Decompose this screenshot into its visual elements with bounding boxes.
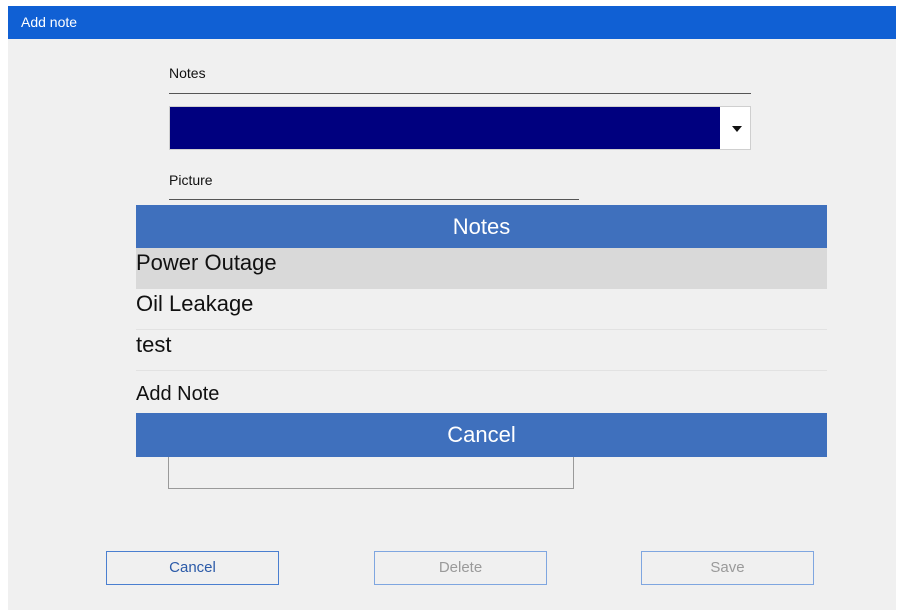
save-button[interactable]: Save xyxy=(641,551,814,585)
notes-label: Notes xyxy=(169,65,206,81)
list-item-test[interactable]: test xyxy=(136,330,827,371)
window-title: Add note xyxy=(8,6,896,39)
notes-label-underline xyxy=(169,93,751,94)
notes-dropdown-popup: Notes Power Outage Oil Leakage test Add … xyxy=(136,205,827,457)
popup-header: Notes xyxy=(136,205,827,248)
picture-label-underline xyxy=(169,199,579,200)
notes-combobox[interactable] xyxy=(169,106,751,150)
delete-button[interactable]: Delete xyxy=(374,551,547,585)
picture-label: Picture xyxy=(169,172,213,188)
chevron-down-icon[interactable] xyxy=(732,126,742,132)
popup-cancel-button[interactable]: Cancel xyxy=(136,413,827,457)
list-item-power-outage[interactable]: Power Outage xyxy=(136,248,827,289)
picture-box[interactable] xyxy=(168,457,574,489)
combo-selection-highlight xyxy=(170,107,720,149)
add-note-window: Add note Notes Picture Notes Power Outag… xyxy=(8,6,896,610)
cancel-button[interactable]: Cancel xyxy=(106,551,279,585)
add-note-item[interactable]: Add Note xyxy=(136,383,219,406)
list-item-oil-leakage[interactable]: Oil Leakage xyxy=(136,289,827,330)
